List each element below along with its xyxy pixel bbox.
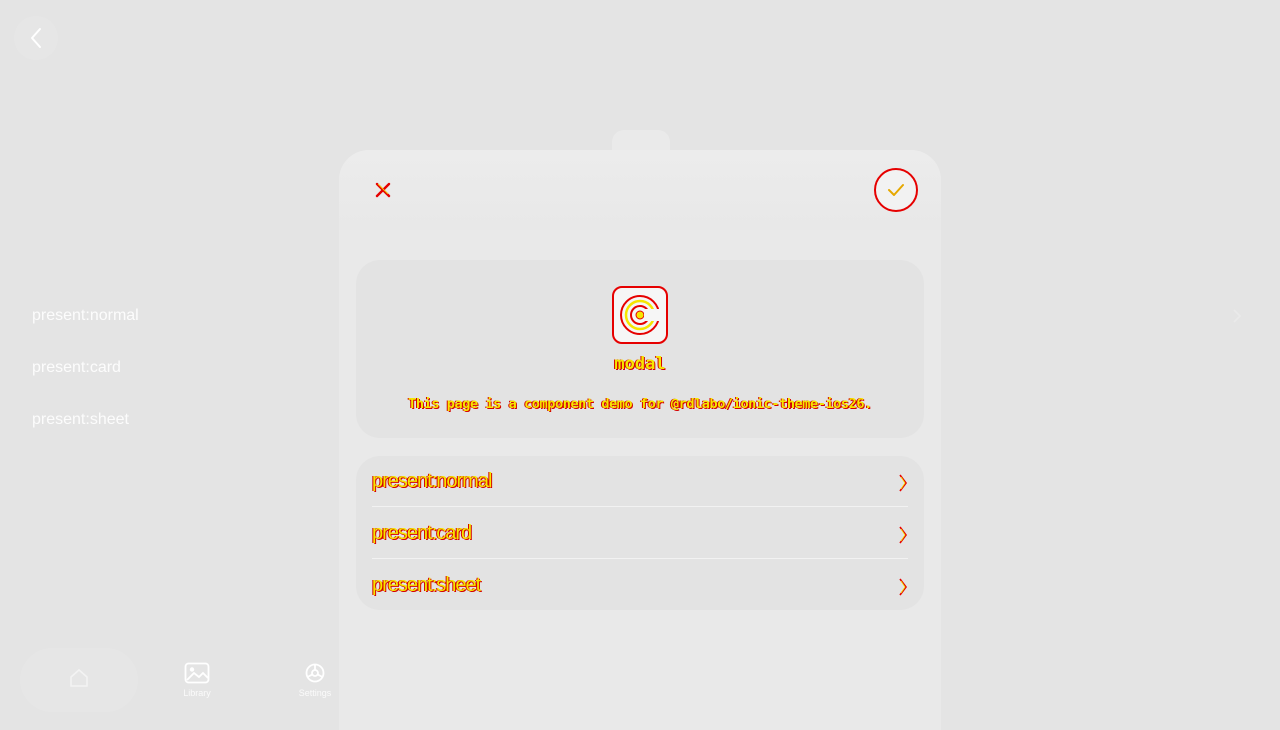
divider [372,558,908,559]
tab-library-label: Library [183,688,211,698]
list-item-present-card[interactable]: present:card [356,508,924,559]
confirm-button[interactable] [874,168,918,212]
background-item-sheet[interactable]: present:sheet [32,402,139,454]
home-icon [70,668,88,687]
intro-title: modal [614,354,666,374]
checkmark-icon [888,184,904,196]
intro-card: modal This page is a component demo for … [356,260,924,438]
tab-bar: Library Settings [16,648,376,712]
intro-description: This page is a component demo for @rdlab… [408,396,872,412]
gear-icon [305,663,325,683]
background-item-normal[interactable]: present:normal [32,298,139,350]
close-icon [375,182,391,198]
background-item-card[interactable]: present:card [32,350,139,402]
chevron-right-icon [899,474,907,492]
divider [372,506,908,507]
tab-library[interactable]: Library [138,648,256,712]
tab-home[interactable] [20,648,138,712]
background-list: present:normal present:card present:shee… [32,298,139,454]
chevron-right-icon [899,578,907,596]
list-item-present-normal[interactable]: present:normal [356,456,924,507]
image-icon [184,662,210,684]
back-button[interactable] [14,16,58,60]
chevron-right-icon [899,526,907,544]
close-button[interactable] [367,174,399,206]
app-logo-icon [612,286,668,344]
list-item-present-sheet[interactable]: present:sheet [356,560,924,610]
list-item-label: present:sheet [372,574,481,596]
list-item-label: present:normal [372,470,492,492]
chevron-left-icon [31,28,41,48]
list-item-label: present:card [372,522,472,544]
modal-header [339,150,941,230]
chevron-right-icon [1233,309,1242,323]
tab-settings-label: Settings [298,688,332,698]
present-options-list: present:normal present:card present:shee… [356,456,924,610]
modal-sheet: modal This page is a component demo for … [339,150,941,730]
